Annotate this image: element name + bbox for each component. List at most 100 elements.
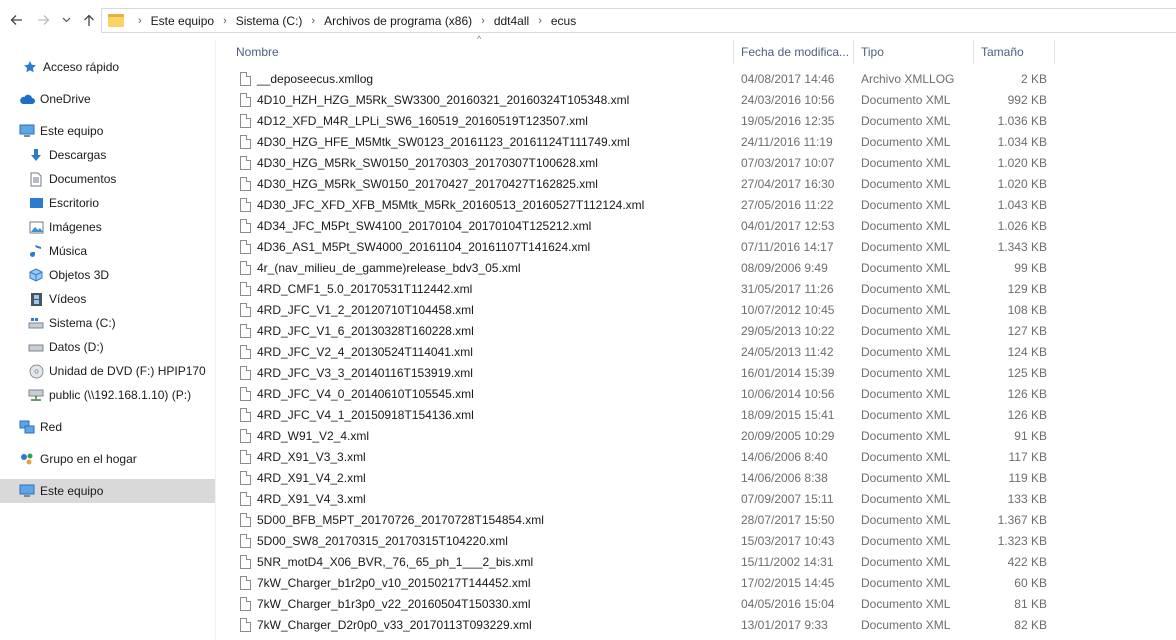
file-name: 4D30_HZG_HFE_M5Mtk_SW0123_20161123_20161… (257, 135, 630, 149)
recent-locations-button[interactable] (58, 10, 74, 30)
file-row[interactable]: 5NR_motD4_X06_BVR,_76,_65_ph_1___2_bis.x… (216, 552, 1176, 573)
arrow-left-icon (10, 15, 22, 25)
sidebar-item-pictures[interactable]: Imágenes (0, 215, 215, 239)
file-size: 117 KB (1008, 450, 1047, 464)
breadcrumb-item[interactable]: Este equipo (148, 14, 217, 28)
file-row[interactable]: 4D30_HZG_M5Rk_SW0150_20170303_20170307T1… (216, 153, 1176, 174)
music-icon (28, 243, 44, 259)
sidebar-item-this-pc-selected[interactable]: Este equipo (0, 479, 215, 503)
sidebar-item-desktop[interactable]: Escritorio (0, 191, 215, 215)
file-row[interactable]: 7kW_Charger_D2r0p0_v33_20170113T093229.x… (216, 615, 1176, 636)
file-row[interactable]: 4RD_JFC_V1_6_20130328T160228.xml 29/05/20… (216, 321, 1176, 342)
chevron-right-icon[interactable]: › (532, 15, 548, 27)
file-row[interactable]: 4D30_HZG_HFE_M5Mtk_SW0123_20161123_20161… (216, 132, 1176, 153)
column-divider[interactable] (1054, 40, 1055, 64)
sidebar-item-network[interactable]: Red (0, 415, 215, 439)
column-divider[interactable] (973, 40, 974, 64)
file-row[interactable]: 7kW_Charger_b1r2p0_v10_20150217T144452.x… (216, 573, 1176, 594)
file-icon (240, 366, 251, 380)
file-icon (240, 513, 251, 527)
breadcrumb-item[interactable]: Archivos de programa (x86) (321, 14, 475, 28)
sidebar-item-label: public (\\192.168.1.10) (P:) (49, 388, 192, 402)
breadcrumb-item[interactable]: ddt4all (491, 14, 532, 28)
sidebar-item-onedrive[interactable]: OneDrive (0, 87, 215, 111)
file-row[interactable]: 4RD_X91_V4_3.xml 07/09/2007 15:11 Document… (216, 489, 1176, 510)
file-icon (240, 597, 251, 611)
file-row[interactable]: 4RD_CMF1_5.0_20170531T112442.xml 31/05/20… (216, 279, 1176, 300)
column-header-date[interactable]: Fecha de modifica... (741, 40, 853, 64)
file-row[interactable]: __deposeecus.xmllog 04/08/2017 14:46 Archi… (216, 69, 1176, 90)
column-header-name[interactable]: Nombre (236, 40, 733, 64)
file-row[interactable]: 4RD_W91_V2_4.xml 20/09/2005 10:29 Document… (216, 426, 1176, 447)
file-type: Documento XML (861, 177, 951, 191)
file-size: 422 KB (1007, 555, 1047, 569)
file-size: 81 KB (1014, 597, 1047, 611)
chevron-right-icon: › (138, 14, 142, 27)
file-name: 4RD_JFC_V2_4_20130524T114041.xml (257, 345, 473, 359)
sidebar-item-videos[interactable]: Vídeos (0, 287, 215, 311)
file-size: 992 KB (1007, 93, 1047, 107)
forward-button[interactable] (33, 10, 53, 30)
sidebar-item-quick-access[interactable]: Acceso rápido (0, 55, 215, 79)
file-row[interactable]: 7kW_Charger_b1r3p0_v22_20160504T150330.x… (216, 594, 1176, 615)
file-name: 4RD_JFC_V4_1_20150918T154136.xml (257, 408, 474, 422)
file-size: 125 KB (1007, 366, 1047, 380)
file-row[interactable]: 5D00_BFB_M5PT_20170726_20170728T154854.x… (216, 510, 1176, 531)
sidebar-item-3d-objects[interactable]: Objetos 3D (0, 263, 215, 287)
file-size: 99 KB (1014, 261, 1047, 275)
sidebar-item-downloads[interactable]: Descargas (0, 143, 215, 167)
sidebar-item-this-pc[interactable]: Este equipo (0, 119, 215, 143)
file-row[interactable]: 4D12_XFD_M4R_LPLi_SW6_160519_20160519T12… (216, 111, 1176, 132)
computer-icon (19, 123, 35, 139)
column-header-label: Fecha de modifica... (741, 45, 850, 59)
file-row[interactable]: 4RD_JFC_V4_0_20140610T105545.xml 10/06/20… (216, 384, 1176, 405)
file-type: Documento XML (861, 282, 951, 296)
column-header-size[interactable]: Tamaño (981, 40, 1054, 64)
up-button[interactable] (79, 10, 99, 30)
sidebar-item-label: Documentos (49, 172, 117, 186)
file-type: Documento XML (861, 345, 951, 359)
file-icon (240, 261, 251, 275)
file-name: 4RD_W91_V2_4.xml (257, 429, 370, 443)
file-type: Archivo XMLLOG (861, 72, 955, 86)
sidebar-item-label: Datos (D:) (49, 340, 104, 354)
breadcrumb-item[interactable]: ecus (548, 14, 579, 28)
file-row[interactable]: 4D30_JFC_XFD_XFB_M5Mtk_M5Rk_20160513_201… (216, 195, 1176, 216)
file-row[interactable]: 4D30_HZG_M5Rk_SW0150_20170427_20170427T1… (216, 174, 1176, 195)
sidebar-item-data-d[interactable]: Datos (D:) (0, 335, 215, 359)
file-type: Documento XML (861, 387, 951, 401)
sidebar-item-documents[interactable]: Documentos (0, 167, 215, 191)
file-date-modified: 16/01/2014 15:39 (741, 366, 835, 380)
file-date-modified: 24/11/2016 11:19 (741, 135, 833, 149)
file-row[interactable]: 4D10_HZH_HZG_M5Rk_SW3300_20160321_201603… (216, 90, 1176, 111)
chevron-right-icon[interactable]: › (217, 15, 233, 27)
sidebar-item-system-c[interactable]: Sistema (C:) (0, 311, 215, 335)
file-row[interactable]: 4RD_JFC_V1_2_20120710T104458.xml 10/07/20… (216, 300, 1176, 321)
chevron-right-icon[interactable]: › (475, 15, 491, 27)
column-header-type[interactable]: Tipo (861, 40, 973, 64)
column-divider[interactable] (853, 40, 854, 64)
file-row[interactable]: 4RD_JFC_V4_1_20150918T154136.xml 18/09/20… (216, 405, 1176, 426)
homegroup-icon (19, 451, 35, 467)
file-row[interactable]: 4r_(nav_milieu_de_gamme)release_bdv3_05.… (216, 258, 1176, 279)
sidebar-item-dvd-f[interactable]: Unidad de DVD (F:) HPIP170 (0, 359, 215, 383)
file-row[interactable]: 5D00_SW8_20170315_20170315T104220.xml 15/… (216, 531, 1176, 552)
address-toolbar: › Este equipo › Sistema (C:) › Archivos … (0, 0, 1176, 40)
file-row[interactable]: 4RD_X91_V3_3.xml 14/06/2006 8:40 Documento… (216, 447, 1176, 468)
dvd-icon (28, 363, 44, 379)
chevron-right-icon[interactable]: › (305, 15, 321, 27)
file-row[interactable]: 4D34_JFC_M5Pt_SW4100_20170104_20170104T1… (216, 216, 1176, 237)
sidebar-item-homegroup[interactable]: Grupo en el hogar (0, 447, 215, 471)
sidebar-item-public-p[interactable]: public (\\192.168.1.10) (P:) (0, 383, 215, 407)
file-row[interactable]: 4D36_AS1_M5Pt_SW4000_20161104_20161107T1… (216, 237, 1176, 258)
back-button[interactable] (6, 10, 26, 30)
breadcrumb-item[interactable]: Sistema (C:) (233, 14, 306, 28)
file-row[interactable]: 4RD_JFC_V2_4_20130524T114041.xml 24/05/20… (216, 342, 1176, 363)
file-row[interactable]: 4RD_JFC_V3_3_20140116T153919.xml 16/01/20… (216, 363, 1176, 384)
column-divider[interactable] (733, 40, 734, 64)
file-type: Documento XML (861, 450, 951, 464)
sidebar-item-music[interactable]: Música (0, 239, 215, 263)
file-row[interactable]: 4RD_X91_V4_2.xml 14/06/2006 8:38 Documento… (216, 468, 1176, 489)
sidebar-item-label: Sistema (C:) (49, 316, 116, 330)
address-bar[interactable]: › Este equipo › Sistema (C:) › Archivos … (101, 8, 1176, 33)
